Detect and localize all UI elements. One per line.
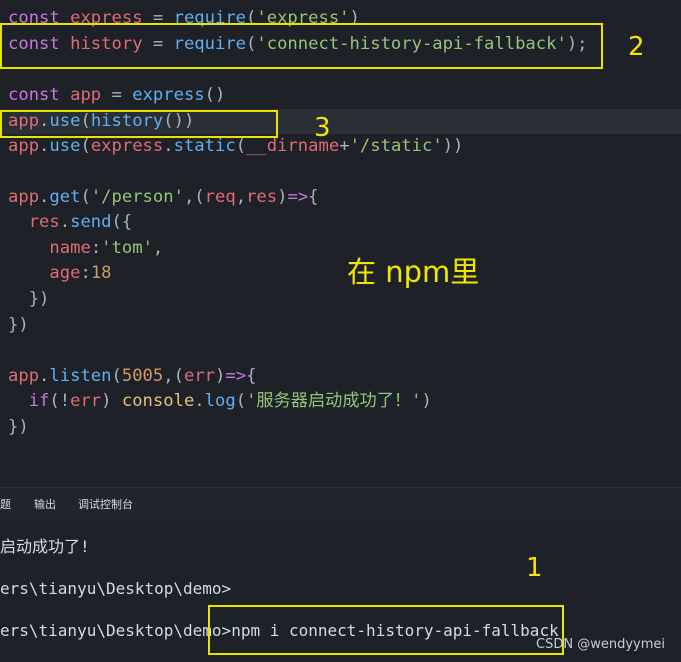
highlight-box-app-use [0, 110, 278, 138]
tab-debug-console[interactable]: 调试控制台 [78, 488, 133, 522]
highlight-box-require [0, 23, 603, 69]
code-editor[interactable]: const express = require('express') const … [0, 0, 681, 487]
code-line: const app = express() [8, 85, 226, 105]
code-line: }) [8, 417, 29, 437]
annotation-number-2: 2 [628, 32, 645, 62]
code-line: app.get('/person',(req,res)=>{ [8, 187, 319, 207]
code-line: age:18 [49, 263, 112, 283]
panel-tabbar: 题 输出 调试控制台 [0, 487, 681, 522]
highlight-box-npm-command [208, 605, 564, 655]
watermark: CSDN @wendyymei [536, 637, 665, 652]
terminal-line: ers\tianyu\Desktop\demo> [0, 579, 232, 598]
code-line: }) [8, 315, 29, 335]
annotation-note: 在 npm里 [347, 255, 480, 289]
code-line: res.send({ [28, 212, 133, 232]
code-line: }) [8, 289, 50, 309]
tab-problems[interactable]: 题 [0, 488, 11, 522]
code-line: app.listen(5005,(err)=>{ [8, 366, 257, 386]
annotation-number-3: 3 [314, 113, 331, 143]
terminal[interactable]: 启动成功了! ers\tianyu\Desktop\demo> ers\tian… [0, 521, 681, 662]
code-line: name:'tom', [49, 238, 164, 258]
code-line: if(!err) console.log('服务器启动成功了！') [28, 391, 432, 411]
annotation-number-1: 1 [526, 553, 543, 583]
terminal-line: 启动成功了! [0, 537, 90, 556]
tab-output[interactable]: 输出 [34, 488, 56, 522]
